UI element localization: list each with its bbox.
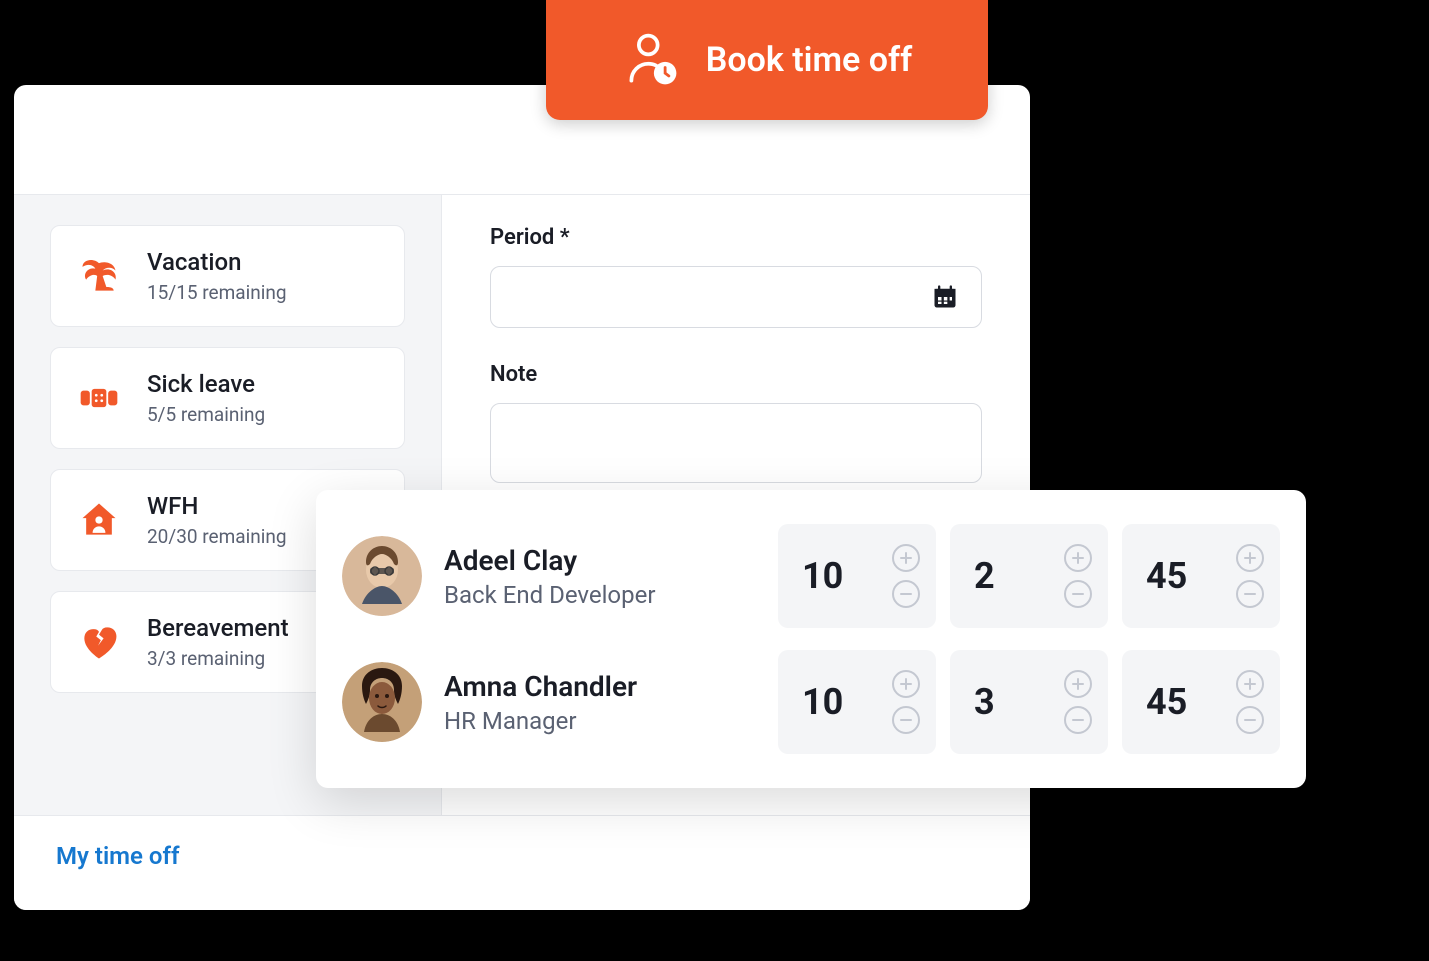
card-footer: My time off [14,815,1030,910]
leave-type-title: Sick leave [147,370,265,398]
person-clock-icon [622,30,682,90]
decrement-button[interactable] [892,706,920,734]
stat-value: 45 [1146,555,1187,597]
leave-type-vacation[interactable]: Vacation 15/15 remaining [50,225,405,327]
leave-type-title: Vacation [147,248,287,276]
leave-type-remaining: 15/15 remaining [147,281,287,304]
decrement-button[interactable] [892,580,920,608]
increment-button[interactable] [1236,670,1264,698]
leave-type-sick[interactable]: Sick leave 5/5 remaining [50,347,405,449]
leave-type-title: WFH [147,492,287,520]
period-field: Period * [490,225,982,328]
my-time-off-link[interactable]: My time off [56,842,180,870]
broken-heart-icon [75,618,123,666]
stat-value: 2 [974,555,995,597]
leave-type-remaining: 5/5 remaining [147,403,265,426]
note-field: Note [490,362,982,483]
book-time-off-banner[interactable]: Book time off [546,0,988,120]
person-name: Adeel Clay [444,544,756,577]
decrement-button[interactable] [1064,580,1092,608]
calendar-icon [931,283,959,311]
note-input[interactable] [490,403,982,483]
bandage-icon [75,374,123,422]
avatar [342,536,422,616]
person-role: HR Manager [444,707,756,735]
stat-value: 10 [802,681,843,723]
person-name: Amna Chandler [444,670,756,703]
leave-type-title: Bereavement [147,614,289,642]
person-role: Back End Developer [444,581,756,609]
increment-button[interactable] [1236,544,1264,572]
stat-value: 10 [802,555,843,597]
period-label: Period * [490,225,982,250]
banner-label: Book time off [706,40,912,80]
period-input[interactable] [490,266,982,328]
palm-tree-icon [75,252,123,300]
note-label: Note [490,362,982,387]
person-row: Adeel Clay Back End Developer 10 2 45 [342,524,1280,628]
avatar [342,662,422,742]
stat-value: 3 [974,681,995,723]
home-person-icon [75,496,123,544]
leave-type-remaining: 20/30 remaining [147,525,287,548]
increment-button[interactable] [1064,544,1092,572]
decrement-button[interactable] [1236,706,1264,734]
stat-box: 2 [950,524,1108,628]
stat-box: 45 [1122,524,1280,628]
decrement-button[interactable] [1064,706,1092,734]
stat-box: 10 [778,650,936,754]
increment-button[interactable] [892,544,920,572]
decrement-button[interactable] [1236,580,1264,608]
stat-value: 45 [1146,681,1187,723]
stat-box: 45 [1122,650,1280,754]
people-allocation-card: Adeel Clay Back End Developer 10 2 45 [316,490,1306,788]
stat-box: 3 [950,650,1108,754]
increment-button[interactable] [1064,670,1092,698]
leave-type-remaining: 3/3 remaining [147,647,289,670]
increment-button[interactable] [892,670,920,698]
stat-box: 10 [778,524,936,628]
person-row: Amna Chandler HR Manager 10 3 45 [342,650,1280,754]
